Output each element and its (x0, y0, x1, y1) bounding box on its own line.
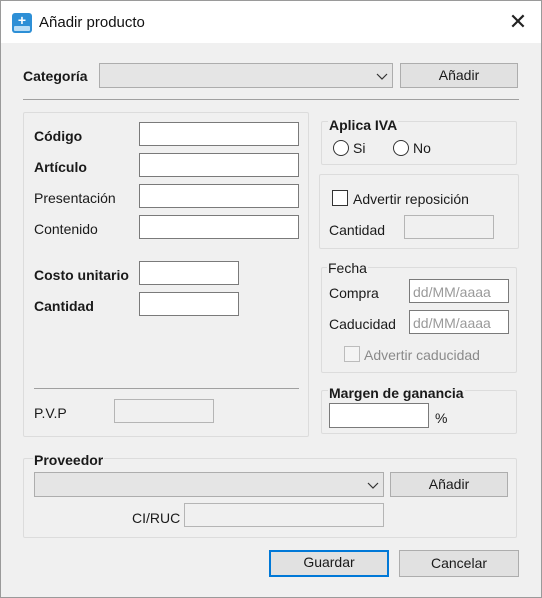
articulo-label: Artículo (34, 159, 87, 175)
margen-title: Margen de ganancia (328, 385, 465, 401)
cantidad-label: Cantidad (34, 298, 94, 314)
pvp-label: P.V.P (34, 405, 67, 421)
presentacion-input[interactable] (139, 184, 299, 208)
ci-ruc-label: CI/RUC (132, 510, 181, 526)
proveedor-title: Proveedor (33, 452, 105, 468)
margen-input[interactable] (329, 403, 429, 428)
reposicion-cantidad-label: Cantidad (329, 222, 386, 238)
advertir-reposicion-label[interactable]: Advertir reposición (353, 191, 469, 207)
iva-no-label[interactable]: No (413, 140, 431, 156)
save-button[interactable]: Guardar (269, 550, 389, 577)
cantidad-input[interactable] (139, 292, 239, 316)
iva-si-radio[interactable] (333, 140, 349, 156)
title-bar: + Añadir producto ✕ (1, 1, 541, 43)
compra-date-input[interactable]: dd/MM/aaaa (409, 279, 509, 303)
reposicion-cantidad-input[interactable] (404, 215, 494, 239)
iva-no-radio[interactable] (393, 140, 409, 156)
advertir-caducidad-checkbox[interactable] (344, 346, 360, 362)
costo-unitario-input[interactable] (139, 261, 239, 285)
chevron-down-icon (376, 73, 388, 80)
margen-percent-label: % (435, 410, 448, 426)
caducidad-placeholder: dd/MM/aaaa (413, 315, 491, 331)
caducidad-label: Caducidad (329, 316, 396, 332)
articulo-input[interactable] (139, 153, 299, 177)
proveedor-add-button[interactable]: Añadir (390, 472, 508, 497)
contenido-input[interactable] (139, 215, 299, 239)
caducidad-date-input[interactable]: dd/MM/aaaa (409, 310, 509, 334)
proveedor-select[interactable] (34, 472, 384, 497)
close-button[interactable]: ✕ (495, 1, 541, 43)
pvp-field (114, 399, 214, 423)
chevron-down-icon (367, 482, 379, 489)
fecha-title: Fecha (327, 260, 368, 276)
codigo-label: Código (34, 128, 83, 144)
top-divider (23, 99, 519, 100)
add-product-dialog: + Añadir producto ✕ Categoría Añadir Cód… (0, 0, 542, 598)
categoria-select[interactable] (99, 63, 393, 88)
aplica-iva-title: Aplica IVA (328, 117, 399, 133)
advertir-caducidad-label[interactable]: Advertir caducidad (364, 347, 480, 363)
pvp-divider (34, 388, 299, 389)
categoria-add-button[interactable]: Añadir (400, 63, 518, 88)
costo-unitario-label: Costo unitario (34, 267, 129, 283)
add-product-icon: + (12, 13, 32, 33)
close-icon: ✕ (508, 9, 528, 34)
categoria-label: Categoría (23, 68, 88, 84)
cancel-button[interactable]: Cancelar (399, 550, 519, 577)
ci-ruc-field (184, 503, 384, 527)
compra-label: Compra (329, 285, 379, 301)
presentacion-label: Presentación (34, 190, 116, 206)
compra-placeholder: dd/MM/aaaa (413, 284, 491, 300)
window-title: Añadir producto (39, 14, 145, 31)
advertir-reposicion-checkbox[interactable] (332, 190, 348, 206)
codigo-input[interactable] (139, 122, 299, 146)
contenido-label: Contenido (34, 221, 98, 237)
iva-si-label[interactable]: Si (353, 140, 365, 156)
